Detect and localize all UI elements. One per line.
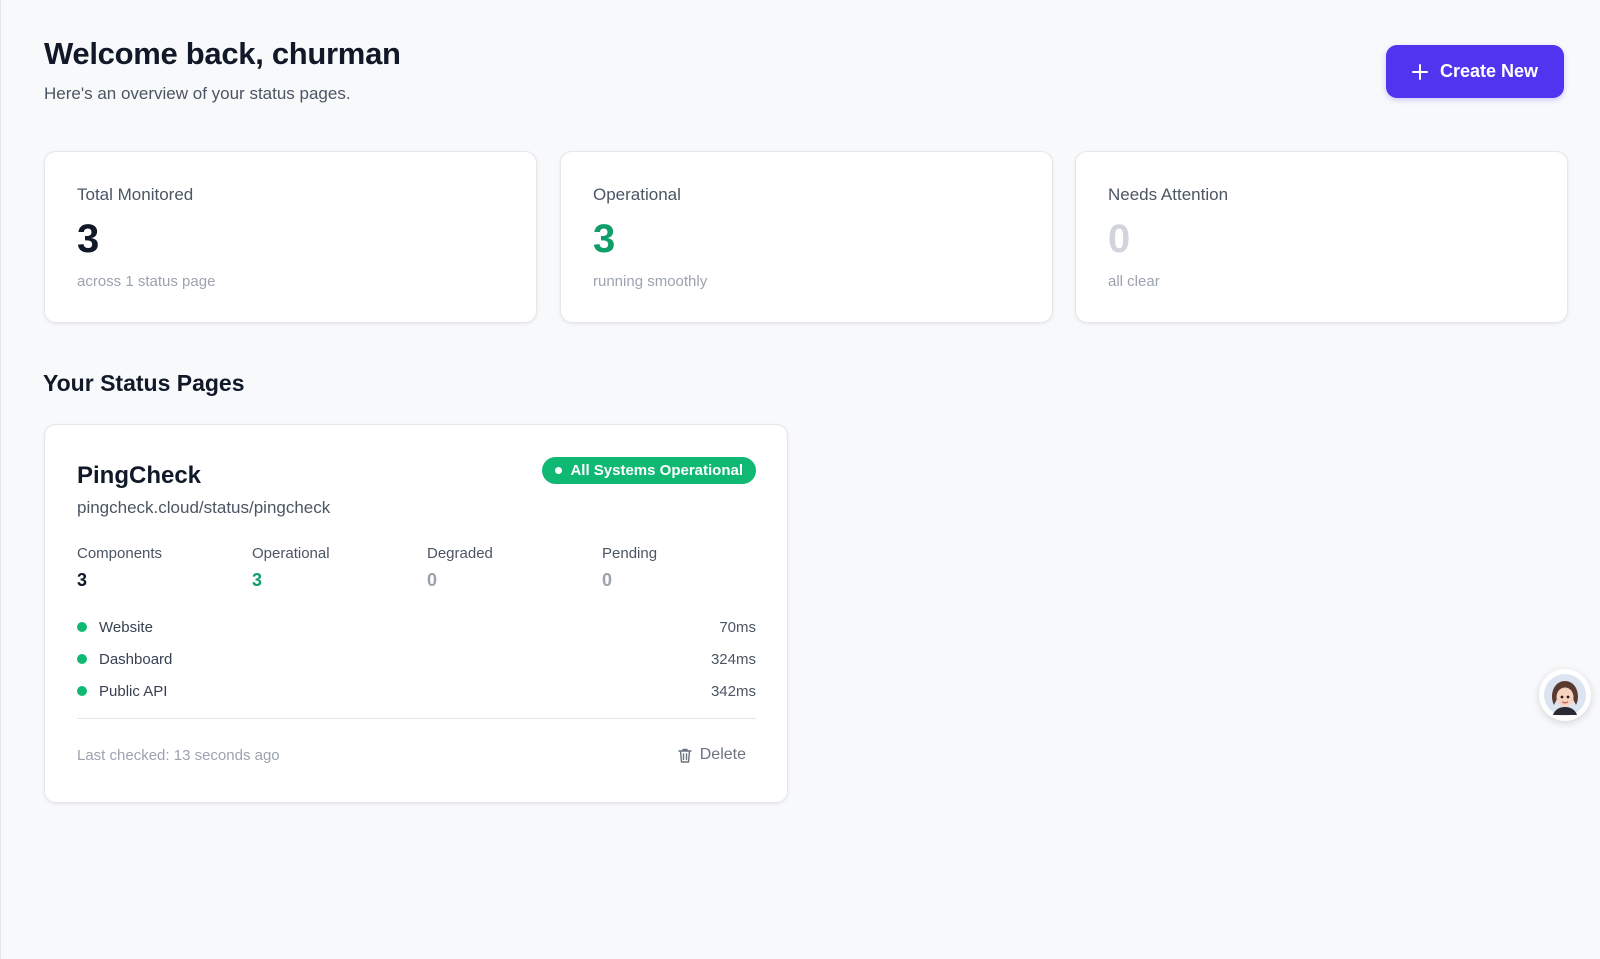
metric-label: Pending <box>602 545 658 562</box>
status-page-url[interactable]: pingcheck.cloud/status/pingcheck <box>77 498 330 518</box>
status-badge: All Systems Operational <box>542 457 756 484</box>
status-dot-icon <box>555 467 563 474</box>
section-title: Your Status Pages <box>43 370 245 396</box>
delete-button[interactable]: Delete <box>677 743 746 767</box>
component-name: Public API <box>99 682 168 700</box>
metric-value: 0 <box>427 570 438 590</box>
metric-components: Components 3 <box>77 545 252 591</box>
trash-icon <box>678 748 692 763</box>
stat-value: 3 <box>77 217 100 261</box>
stat-card-total-monitored: Total Monitored 3 across 1 status page <box>44 151 537 323</box>
create-new-button[interactable]: Create New <box>1386 45 1564 98</box>
component-latency: 70ms <box>719 618 756 636</box>
metric-value: 3 <box>77 570 88 590</box>
stat-card-operational: Operational 3 running smoothly <box>560 151 1053 323</box>
status-dot-icon <box>77 654 87 664</box>
stat-value: 0 <box>1108 217 1131 261</box>
metric-label: Components <box>77 545 163 562</box>
component-row: Dashboard 324ms <box>77 643 756 675</box>
metric-operational: Operational 3 <box>252 545 427 591</box>
metric-degraded: Degraded 0 <box>427 545 602 591</box>
delete-label: Delete <box>699 746 746 763</box>
avatar-icon <box>1544 674 1586 716</box>
component-list: Website 70ms Dashboard 324ms Public API … <box>77 611 756 707</box>
last-checked-text: Last checked: 13 seconds ago <box>77 747 280 764</box>
component-name: Website <box>99 618 153 636</box>
stat-card-needs-attention: Needs Attention 0 all clear <box>1075 151 1568 323</box>
component-latency: 342ms <box>710 682 756 700</box>
stat-note: running smoothly <box>593 273 708 290</box>
page-title: Welcome back, churman <box>44 36 401 71</box>
metric-label: Operational <box>252 545 330 562</box>
stat-note: across 1 status page <box>77 273 216 290</box>
status-badge-label: All Systems Operational <box>570 462 743 479</box>
status-dot-icon <box>77 622 87 632</box>
card-divider <box>77 718 756 719</box>
stat-label: Operational <box>593 185 681 204</box>
metric-value: 0 <box>602 570 613 590</box>
status-dot-icon <box>77 686 87 696</box>
page-header: Welcome back, churman Here's an overview… <box>44 36 401 104</box>
create-new-label: Create New <box>1439 61 1539 81</box>
metric-value: 3 <box>252 570 263 590</box>
stat-label: Needs Attention <box>1108 185 1229 204</box>
component-name: Dashboard <box>99 650 173 668</box>
status-page-card[interactable]: PingCheck pingcheck.cloud/status/pingche… <box>44 424 788 803</box>
plus-icon <box>1411 63 1428 80</box>
component-row: Public API 342ms <box>77 675 756 707</box>
page-subtitle: Here's an overview of your status pages. <box>44 84 351 103</box>
status-page-name[interactable]: PingCheck <box>77 462 201 490</box>
metric-label: Degraded <box>427 545 493 562</box>
component-latency: 324ms <box>710 650 756 668</box>
metrics-row: Components 3 Operational 3 Degraded 0 Pe… <box>77 545 777 591</box>
stat-value: 3 <box>593 217 616 261</box>
stat-note: all clear <box>1108 273 1160 290</box>
metric-pending: Pending 0 <box>602 545 777 591</box>
stat-label: Total Monitored <box>77 185 194 204</box>
page-left-border <box>0 0 1 959</box>
component-row: Website 70ms <box>77 611 756 643</box>
assistant-avatar[interactable] <box>1539 669 1591 721</box>
